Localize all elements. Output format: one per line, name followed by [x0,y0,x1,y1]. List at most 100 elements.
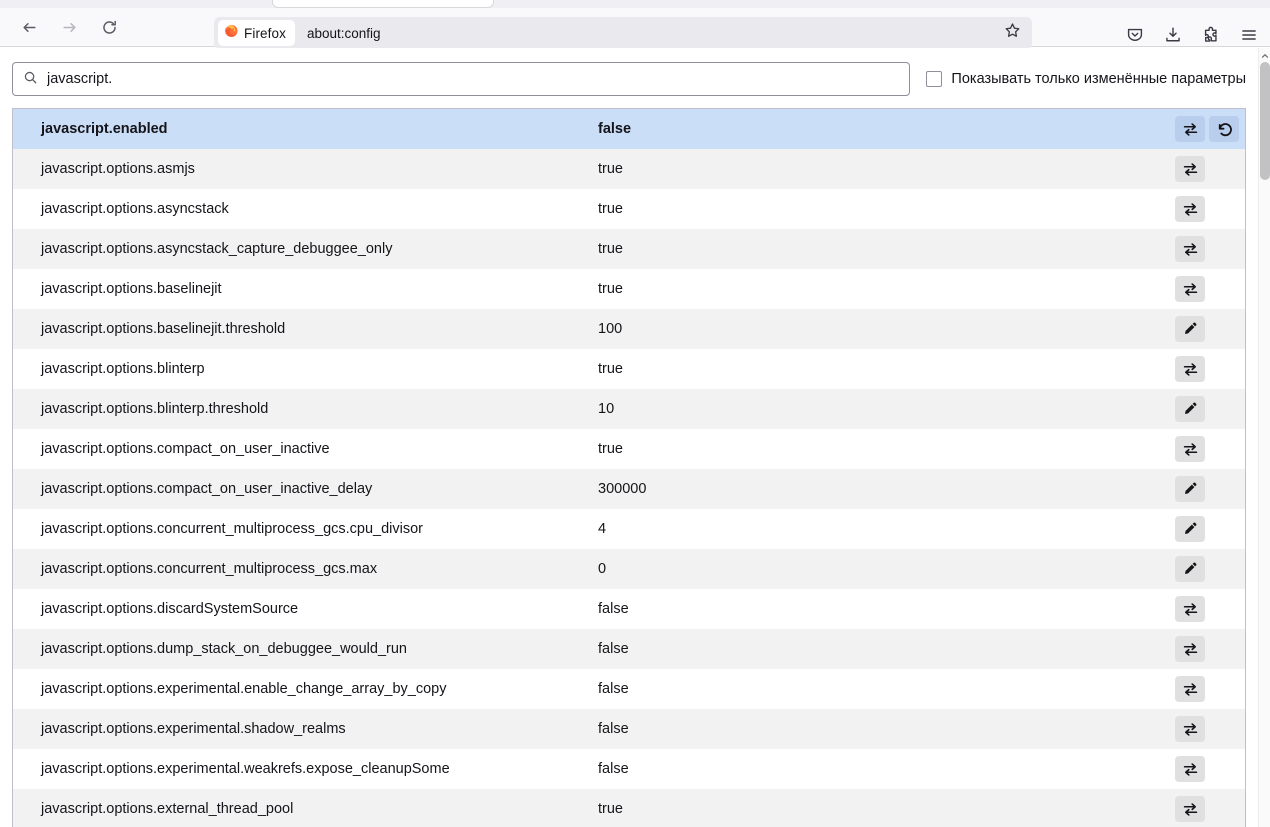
pref-value: false [598,601,629,617]
pref-value: 300000 [598,481,647,497]
undo-icon [1209,796,1239,822]
table-row[interactable]: javascript.options.discardSystemSource fa… [13,589,1245,629]
table-row[interactable]: javascript.options.concurrent_multiproce… [13,549,1245,589]
undo-icon [1209,236,1239,262]
pencil-icon[interactable] [1175,396,1205,422]
row-actions [1175,676,1239,702]
table-row[interactable]: javascript.options.asyncstack_capture_de… [13,229,1245,269]
pref-value: true [598,361,623,377]
bookmark-button[interactable] [998,20,1026,46]
row-actions [1175,436,1239,462]
url-bar[interactable]: Firefox about:config [214,17,1032,49]
table-row[interactable]: javascript.options.experimental.weakrefs… [13,749,1245,789]
toggle-icon[interactable] [1175,676,1205,702]
undo-icon[interactable] [1209,116,1239,142]
url-text[interactable]: about:config [307,26,381,41]
pref-value: false [598,681,629,697]
row-actions [1175,716,1239,742]
scrollbar-thumb[interactable] [1260,62,1270,180]
toggle-icon[interactable] [1175,716,1205,742]
show-modified-checkbox[interactable] [926,71,943,87]
toggle-icon[interactable] [1175,796,1205,822]
row-actions [1175,476,1239,502]
firefox-logo-icon [224,23,239,43]
pref-name: javascript.options.experimental.shadow_r… [41,721,346,737]
table-row[interactable]: javascript.options.baselinejit.threshold… [13,309,1245,349]
toggle-icon[interactable] [1175,596,1205,622]
pref-value: true [598,281,623,297]
table-row[interactable]: javascript.options.baselinejit true [13,269,1245,309]
undo-icon [1209,676,1239,702]
row-actions [1175,196,1239,222]
pencil-icon[interactable] [1175,516,1205,542]
pencil-icon[interactable] [1175,556,1205,582]
search-input[interactable] [47,63,900,95]
toggle-icon[interactable] [1175,276,1205,302]
pref-name: javascript.options.experimental.enable_c… [41,681,447,697]
toggle-icon[interactable] [1175,636,1205,662]
row-actions [1175,756,1239,782]
pref-name: javascript.options.blinterp [41,361,205,377]
navigation-toolbar: Firefox about:config [0,8,1270,49]
pref-name: javascript.options.baselinejit [41,281,222,297]
chevron-up-icon[interactable] [1259,50,1270,62]
table-row[interactable]: javascript.options.external_thread_pool t… [13,789,1245,827]
table-row[interactable]: javascript.options.blinterp.threshold 10 [13,389,1245,429]
pref-value: 0 [598,561,607,577]
pref-name: javascript.options.asmjs [41,161,195,177]
reload-button[interactable] [92,12,126,42]
toggle-icon[interactable] [1175,156,1205,182]
browser-tab[interactable] [272,0,494,8]
table-row[interactable]: javascript.options.compact_on_user_inact… [13,429,1245,469]
about-config-page: Показывать только изменённые параметры j… [0,48,1258,827]
firefox-chip-label: Firefox [244,25,286,41]
table-row[interactable]: javascript.options.experimental.enable_c… [13,669,1245,709]
page-scrollbar[interactable] [1258,48,1270,827]
row-actions [1175,356,1239,382]
preferences-table: javascript.enabled false javascript.option… [12,108,1246,827]
extensions-icon[interactable] [1196,21,1226,49]
undo-icon [1209,436,1239,462]
undo-icon [1209,276,1239,302]
table-row[interactable]: javascript.options.dump_stack_on_debugge… [13,629,1245,669]
toggle-icon[interactable] [1175,356,1205,382]
table-row[interactable]: javascript.options.asmjs true [13,149,1245,189]
table-row[interactable]: javascript.enabled false [13,109,1245,149]
firefox-identity-chip: Firefox [218,20,295,46]
pref-value: false [598,121,632,137]
pocket-icon[interactable] [1120,21,1150,49]
undo-icon [1209,756,1239,782]
undo-icon [1209,516,1239,542]
search-box[interactable] [12,62,911,96]
reload-icon [101,19,118,36]
toggle-icon[interactable] [1175,236,1205,262]
pref-name: javascript.options.concurrent_multiproce… [41,521,424,537]
show-modified-label: Показывать только изменённые параметры [951,71,1246,87]
app-menu-icon[interactable] [1234,21,1264,49]
back-button[interactable] [12,12,46,42]
undo-icon [1209,196,1239,222]
row-actions [1175,116,1239,142]
row-actions [1175,396,1239,422]
undo-icon [1209,636,1239,662]
undo-icon [1209,476,1239,502]
pref-value: true [598,801,623,817]
toggle-icon[interactable] [1175,436,1205,462]
toggle-icon[interactable] [1175,116,1205,142]
pref-value: true [598,201,623,217]
table-row[interactable]: javascript.options.experimental.shadow_r… [13,709,1245,749]
forward-button[interactable] [52,12,86,42]
show-modified-checkbox-row[interactable]: Показывать только изменённые параметры [926,71,1246,87]
toggle-icon[interactable] [1175,196,1205,222]
pencil-icon[interactable] [1175,316,1205,342]
row-actions [1175,316,1239,342]
toggle-icon[interactable] [1175,756,1205,782]
pref-name: javascript.options.compact_on_user_inact… [41,441,330,457]
pencil-icon[interactable] [1175,476,1205,502]
table-row[interactable]: javascript.options.concurrent_multiproce… [13,509,1245,549]
table-row[interactable]: javascript.options.compact_on_user_inact… [13,469,1245,509]
table-row[interactable]: javascript.options.blinterp true [13,349,1245,389]
downloads-icon[interactable] [1158,21,1188,49]
undo-icon [1209,716,1239,742]
table-row[interactable]: javascript.options.asyncstack true [13,189,1245,229]
